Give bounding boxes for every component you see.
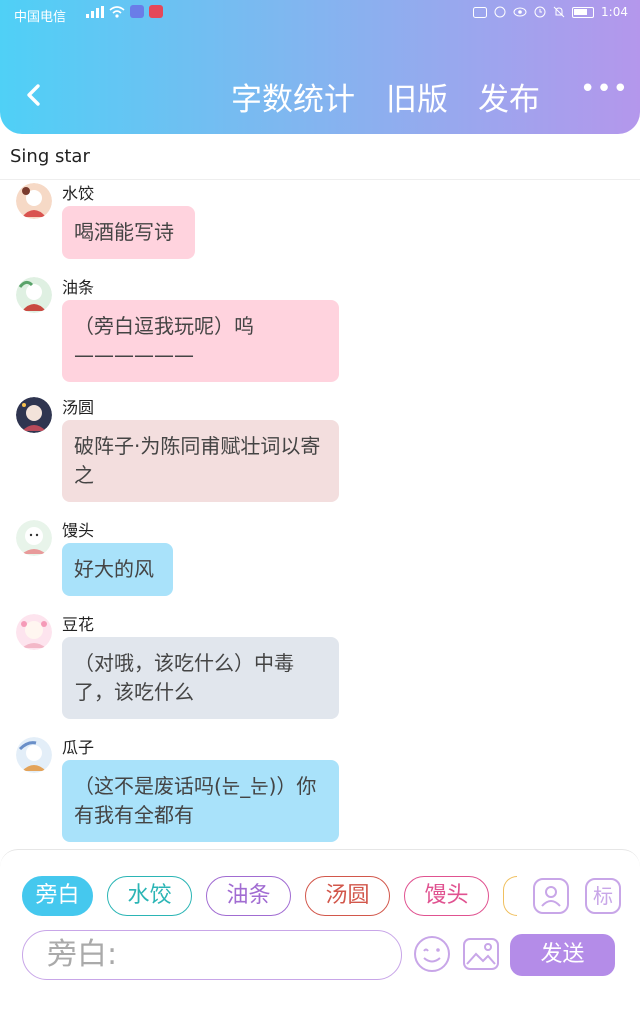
avatar-image-icon bbox=[16, 614, 52, 650]
avatar[interactable] bbox=[16, 183, 52, 219]
status-icons-left bbox=[86, 5, 163, 18]
eye-icon bbox=[513, 7, 527, 17]
character-chip-narrator[interactable]: 旁白 bbox=[22, 876, 93, 916]
message-bubble[interactable]: 好大的风 bbox=[62, 543, 173, 596]
battery-icon bbox=[572, 6, 595, 18]
nfc-icon bbox=[494, 6, 506, 18]
app-notification-icon bbox=[130, 5, 144, 18]
sender-name: 豆花 bbox=[62, 615, 95, 634]
avatar[interactable] bbox=[16, 397, 52, 433]
avatar[interactable] bbox=[16, 277, 52, 313]
person-icon bbox=[541, 886, 561, 907]
status-time: 1:04 bbox=[601, 5, 628, 19]
character-chip-shuijiao[interactable]: 水饺 bbox=[107, 876, 192, 916]
wifi-icon bbox=[109, 5, 125, 18]
character-chip-youtiao[interactable]: 油条 bbox=[206, 876, 291, 916]
emoji-icon[interactable] bbox=[412, 934, 452, 974]
message-bubble[interactable]: （这不是废话吗(눈_눈)）你有我有全都有 bbox=[62, 760, 339, 842]
character-chip-mantou[interactable]: 馒头 bbox=[404, 876, 489, 916]
avatar-image-icon bbox=[16, 737, 52, 773]
message-bubble[interactable]: （对哦，该吃什么）中毒了，该吃什么 bbox=[62, 637, 339, 719]
message-notification-icon bbox=[149, 5, 163, 18]
word-count-button[interactable]: 字数统计 bbox=[231, 74, 355, 119]
message-bubble[interactable]: 破阵子·为陈同甫赋壮词以寄之 bbox=[62, 420, 339, 502]
status-bar: 中国电信 1:04 bbox=[0, 0, 640, 28]
signal-icon bbox=[86, 5, 104, 18]
avatar-image-icon bbox=[16, 183, 52, 219]
message-input[interactable]: 旁白: bbox=[22, 930, 402, 980]
message-bubble[interactable]: 喝酒能写诗 bbox=[62, 206, 195, 259]
more-icon[interactable]: ••• bbox=[580, 74, 629, 104]
avatar-image-icon bbox=[16, 520, 52, 556]
message-bubble[interactable]: （旁白逗我玩呢）呜—————— bbox=[62, 300, 339, 382]
carrier-label: 中国电信 bbox=[14, 10, 67, 25]
tag-button[interactable]: 标 bbox=[585, 878, 621, 914]
alarm-icon bbox=[534, 6, 546, 18]
status-icons-right: 1:04 bbox=[473, 5, 628, 19]
app-header: 中国电信 1:04 字数统计 旧版 发布 ••• bbox=[0, 0, 640, 134]
avatar[interactable] bbox=[16, 520, 52, 556]
hd-icon bbox=[473, 6, 488, 18]
sender-name: 油条 bbox=[62, 278, 95, 297]
image-icon[interactable] bbox=[461, 934, 501, 974]
avatar[interactable] bbox=[16, 737, 52, 773]
sender-name: 馒头 bbox=[62, 521, 95, 540]
character-chip-tangyuan[interactable]: 汤圆 bbox=[305, 876, 390, 916]
avatar-image-icon bbox=[16, 277, 52, 313]
back-icon[interactable] bbox=[20, 78, 48, 112]
avatar-image-icon bbox=[16, 397, 52, 433]
add-character-button[interactable] bbox=[533, 878, 569, 914]
sender-name: 水饺 bbox=[62, 184, 95, 203]
publish-button[interactable]: 发布 bbox=[478, 74, 540, 119]
sender-name: 汤圆 bbox=[62, 398, 95, 417]
character-chip-overflow[interactable] bbox=[503, 876, 517, 916]
avatar[interactable] bbox=[16, 614, 52, 650]
page-subtitle: Sing star bbox=[10, 146, 90, 167]
sender-name: 瓜子 bbox=[62, 738, 95, 757]
mute-icon bbox=[553, 6, 565, 18]
divider bbox=[0, 179, 640, 180]
send-button[interactable]: 发送 bbox=[510, 934, 615, 976]
old-version-button[interactable]: 旧版 bbox=[386, 74, 448, 119]
